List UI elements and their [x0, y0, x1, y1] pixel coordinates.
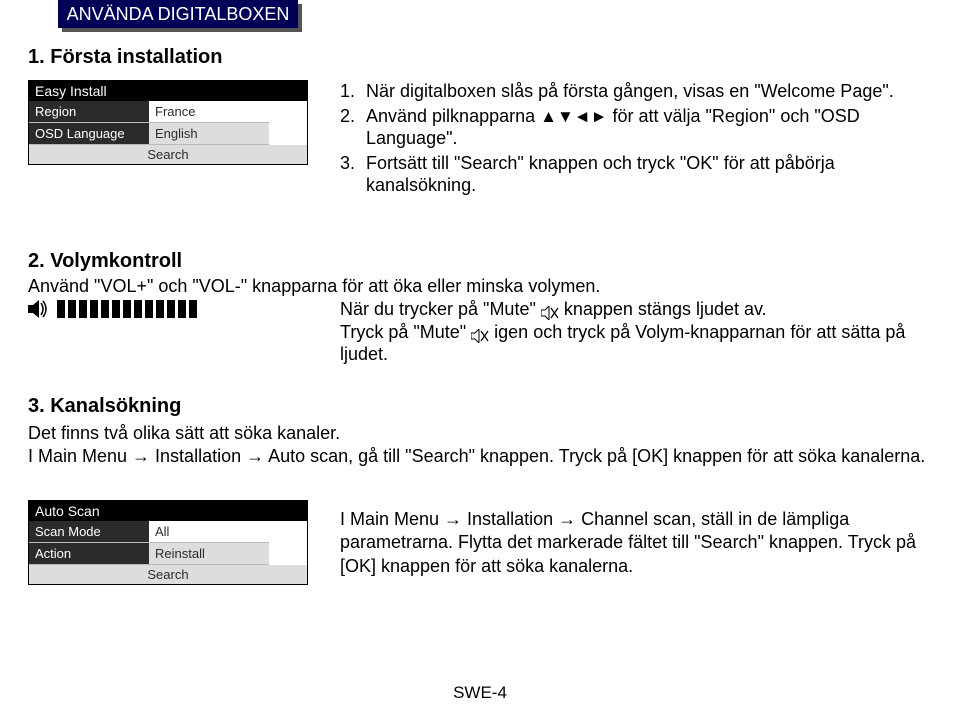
item-number: 3. [340, 152, 366, 197]
list-item: 1. När digitalboxen slås på första gånge… [340, 80, 920, 103]
mute-text-b-pre: Tryck på "Mute" [340, 322, 471, 342]
volume-segment [68, 300, 76, 318]
item-text: Använd pilknapparna ▲▼◄► för att välja "… [366, 105, 920, 150]
cell-value: Reinstall [149, 543, 269, 565]
table-row: Scan Mode All [29, 521, 307, 543]
auto-scan-title: Auto Scan [29, 501, 307, 521]
mute-icon [471, 326, 489, 340]
volume-segment [145, 300, 153, 318]
channel-scan-text: I Main Menu → Installation → Channel sca… [340, 508, 930, 578]
list-item: 2. Använd pilknapparna ▲▼◄► för att välj… [340, 105, 920, 150]
item-text: Fortsätt till "Search" knappen och tryck… [366, 152, 920, 197]
heading-channel-search: 3. Kanalsökning [28, 395, 181, 418]
volume-segment [189, 300, 197, 318]
volume-instruction: Använd "VOL+" och "VOL-" knapparna för a… [28, 276, 600, 297]
item-number: 1. [340, 80, 366, 103]
auto-scan-body: Scan Mode All Action Reinstall [29, 521, 307, 565]
list-item: 3. Fortsätt till "Search" knappen och tr… [340, 152, 920, 197]
volume-segment [101, 300, 109, 318]
cell-label: Action [29, 543, 149, 565]
volume-bar [28, 300, 197, 318]
easy-install-title: Easy Install [29, 81, 307, 101]
volume-segment [178, 300, 186, 318]
volume-segment [79, 300, 87, 318]
table-row: Action Reinstall [29, 543, 307, 565]
arrow-icons: ▲▼◄► [540, 107, 607, 126]
mute-instructions: När du trycker på "Mute" knappen stängs … [340, 298, 930, 366]
volume-segments [57, 300, 197, 318]
chan-para2: I Main Menu → Installation → Auto scan, … [28, 446, 925, 466]
volume-segment [167, 300, 175, 318]
cell-label: Region [29, 101, 149, 123]
item-text: När digitalboxen slås på första gången, … [366, 80, 920, 103]
cell-label: Scan Mode [29, 521, 149, 543]
volume-segment [57, 300, 65, 318]
chan-para1: Det finns två olika sätt att söka kanale… [28, 423, 340, 443]
channel-search-text: Det finns två olika sätt att söka kanale… [28, 422, 928, 467]
volume-segment [112, 300, 120, 318]
mute-text-a-pre: När du trycker på "Mute" [340, 299, 541, 319]
volume-segment [134, 300, 142, 318]
heading-installation: 1. Första installation [28, 46, 222, 69]
text-pre: Använd pilknapparna [366, 106, 540, 126]
install-steps: 1. När digitalboxen slås på första gånge… [340, 80, 920, 199]
page-number: SWE-4 [0, 683, 960, 703]
section-tab: ANVÄNDA DIGITALBOXEN [58, 0, 298, 28]
tab-label: ANVÄNDA DIGITALBOXEN [58, 0, 298, 28]
easy-install-panel: Easy Install Region France OSD Language … [28, 80, 308, 165]
cell-value: All [149, 521, 269, 543]
speaker-icon [28, 300, 50, 318]
heading-volume: 2. Volymkontroll [28, 250, 182, 273]
table-row: Region France [29, 101, 307, 123]
mute-icon [541, 303, 559, 317]
easy-install-search: Search [29, 145, 307, 164]
auto-scan-panel: Auto Scan Scan Mode All Action Reinstall… [28, 500, 308, 585]
table-row: OSD Language English [29, 123, 307, 145]
volume-segment [156, 300, 164, 318]
mute-text-a-post: knappen stängs ljudet av. [559, 299, 767, 319]
item-number: 2. [340, 105, 366, 150]
cell-label: OSD Language [29, 123, 149, 145]
auto-scan-search: Search [29, 565, 307, 584]
cell-value: France [149, 101, 269, 123]
volume-segment [123, 300, 131, 318]
cell-value: English [149, 123, 269, 145]
easy-install-body: Region France OSD Language English [29, 101, 307, 145]
volume-segment [90, 300, 98, 318]
